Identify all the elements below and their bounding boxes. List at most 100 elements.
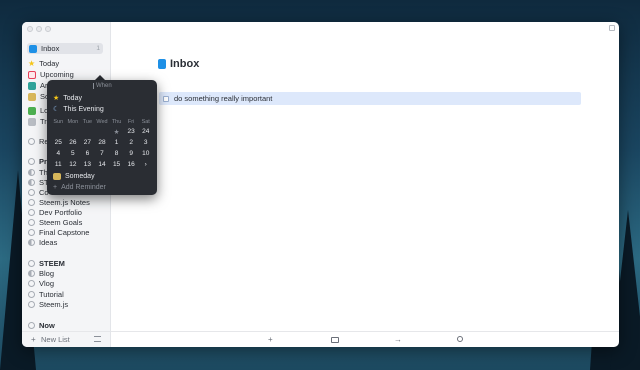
layers-icon <box>28 81 36 90</box>
sidebar-item-label: STEEM <box>39 259 65 268</box>
calendar-day[interactable]: 4 <box>51 150 66 157</box>
project-progress-icon <box>28 199 35 206</box>
calendar-day[interactable]: 8 <box>109 150 124 157</box>
calendar-day[interactable]: 7 <box>95 150 110 157</box>
today-star-icon[interactable]: ★ <box>109 128 124 136</box>
calendar-day[interactable]: 15 <box>109 161 124 168</box>
calendar-day[interactable]: 10 <box>138 150 153 157</box>
sidebar-project-ideas[interactable]: Ideas <box>28 237 57 248</box>
bottom-toolbar: + → <box>111 331 619 347</box>
calendar-day[interactable]: 11 <box>51 161 66 168</box>
task-title[interactable]: do something really important <box>174 94 272 103</box>
weekday-label: Sun <box>53 119 64 125</box>
calendar-day[interactable]: 28 <box>95 139 110 146</box>
project-progress-icon <box>28 229 35 236</box>
inbox-count: 1 <box>96 45 100 52</box>
weekday-label: Sat <box>141 119 150 125</box>
calendar-day[interactable]: 14 <box>95 161 110 168</box>
calendar-day[interactable]: 13 <box>80 161 95 168</box>
sidebar-item-logbook[interactable]: Lo <box>28 105 48 116</box>
add-reminder-button[interactable]: + Add Reminder <box>53 184 106 191</box>
move-button[interactable]: → <box>394 335 402 344</box>
inbox-icon <box>29 44 37 53</box>
calendar-day[interactable]: 24 <box>138 128 153 136</box>
calendar-weekday-header: Sun Mon Tue Wed Thu Fri Sat <box>51 119 153 125</box>
weekday-label: Mon <box>67 119 79 125</box>
sidebar-item-today[interactable]: ★ Today <box>28 58 59 69</box>
calendar-day[interactable]: 2 <box>124 139 139 146</box>
calendar-day[interactable]: 3 <box>138 139 153 146</box>
sidebar-item-label: Pr <box>39 157 47 166</box>
calendar-day <box>95 128 110 136</box>
calendar-week-row: 11 12 13 14 15 16 › <box>51 161 153 168</box>
project-progress-icon <box>28 219 35 226</box>
calendar-day[interactable]: 23 <box>124 128 139 136</box>
sidebar-project-vlog[interactable]: Vlog <box>28 278 54 289</box>
sidebar-item-trash[interactable]: Tr <box>28 116 47 127</box>
sidebar-item-label: Steem.js <box>39 300 69 309</box>
new-list-button[interactable]: New List <box>41 335 70 344</box>
area-icon <box>28 322 35 329</box>
calendar-day[interactable]: 9 <box>124 150 139 157</box>
area-icon <box>28 158 35 165</box>
sidebar-item-label: Now <box>39 321 55 330</box>
calendar-day[interactable]: 25 <box>51 139 66 146</box>
project-progress-icon <box>28 179 35 186</box>
sidebar-item-label: Vlog <box>39 279 55 288</box>
project-circle-icon <box>28 138 35 145</box>
next-month-chevron-icon[interactable]: › <box>138 161 153 168</box>
filter-settings-icon[interactable] <box>94 336 101 342</box>
calendar-day[interactable]: 5 <box>66 150 81 157</box>
sidebar-item-label: Final Capstone <box>39 228 90 237</box>
plus-icon: + <box>53 184 58 191</box>
when-option-today[interactable]: ★ Today <box>53 94 82 103</box>
calendar-week-row: 25 26 27 28 1 2 3 <box>51 139 153 146</box>
sidebar-project-steemjs[interactable]: Steem.js <box>28 299 68 310</box>
new-todo-button[interactable]: + <box>268 335 273 344</box>
project-progress-icon <box>28 169 35 176</box>
close-window-button[interactable] <box>27 26 33 32</box>
option-label: Someday <box>65 173 95 180</box>
window-controls <box>27 26 51 32</box>
project-progress-icon <box>28 209 35 216</box>
star-icon: ★ <box>28 59 36 68</box>
search-icon[interactable] <box>457 336 463 342</box>
option-label: Today <box>63 94 82 102</box>
calendar-day[interactable]: 12 <box>66 161 81 168</box>
calendar-icon[interactable] <box>331 337 339 343</box>
fullscreen-icon[interactable] <box>609 25 615 31</box>
box-icon <box>28 92 36 101</box>
plus-icon[interactable]: + <box>31 335 36 344</box>
zoom-window-button[interactable] <box>45 26 51 32</box>
calendar-day[interactable]: 26 <box>66 139 81 146</box>
calendar-day[interactable]: 1 <box>109 139 124 146</box>
sidebar-item-label: Today <box>39 59 60 68</box>
minimize-window-button[interactable] <box>36 26 42 32</box>
sidebar-item-inbox[interactable]: Inbox 1 <box>27 43 103 54</box>
weekday-label: Fri <box>127 119 135 125</box>
sidebar-item-anytime[interactable]: Ar <box>28 80 48 91</box>
sidebar-item-repeating[interactable]: Re <box>28 136 49 147</box>
calendar-day[interactable]: 6 <box>80 150 95 157</box>
when-input[interactable]: When <box>93 83 112 89</box>
calendar-day[interactable]: 16 <box>124 161 139 168</box>
sidebar-area-header[interactable]: Pr <box>28 156 47 167</box>
calendar-day[interactable]: 27 <box>80 139 95 146</box>
sidebar-item-someday[interactable]: So <box>28 91 49 102</box>
when-option-this-evening[interactable]: ☾ This Evening <box>53 105 104 114</box>
sidebar-item-upcoming[interactable]: Upcoming <box>28 69 74 80</box>
sidebar-item-label: Tutorial <box>39 290 64 299</box>
calendar-week-row: ★ 23 24 <box>51 128 153 136</box>
calendar-day <box>80 128 95 136</box>
task-row[interactable]: do something really important <box>159 92 581 105</box>
calendar-icon <box>28 70 36 79</box>
inbox-icon <box>158 59 166 69</box>
project-progress-icon <box>28 239 35 246</box>
sidebar-area-now[interactable]: Now <box>28 320 55 331</box>
when-option-someday[interactable]: Someday <box>53 173 95 180</box>
project-progress-icon <box>28 280 35 287</box>
task-checkbox[interactable] <box>163 95 169 102</box>
sidebar-item-label: Dev Portfolio <box>39 208 82 217</box>
moon-icon: ☾ <box>53 106 60 113</box>
project-progress-icon <box>28 291 35 298</box>
